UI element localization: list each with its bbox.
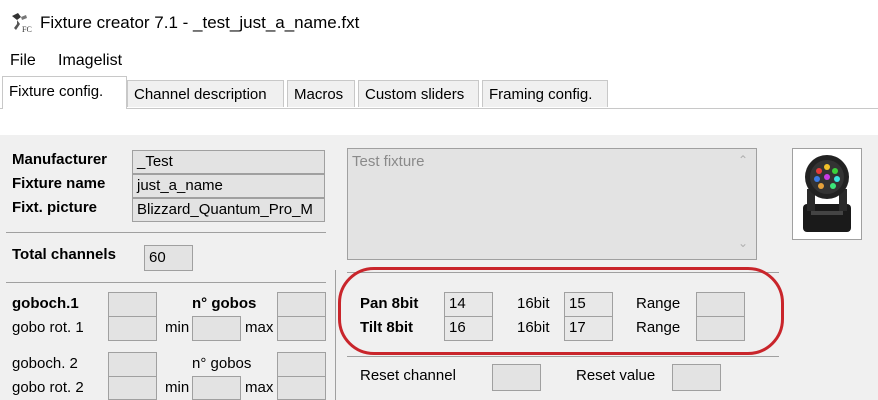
ngobos2-field[interactable] <box>277 352 326 377</box>
goboch2-field[interactable] <box>108 352 157 377</box>
tab-custom-sliders[interactable]: Custom sliders <box>358 80 479 107</box>
ngobos1-field[interactable] <box>277 292 326 317</box>
fixture-name-label: Fixture name <box>12 175 106 192</box>
gobo-rot1-field[interactable] <box>108 316 157 341</box>
min1-field[interactable] <box>192 316 241 341</box>
menu-imagelist[interactable]: Imagelist <box>58 52 122 70</box>
tab-framing-config[interactable]: Framing config. <box>482 80 608 107</box>
fixture-picture-label: Fixt. picture <box>12 199 98 216</box>
ngobos2-label: n° gobos <box>192 355 252 372</box>
manufacturer-label: Manufacturer <box>12 151 108 168</box>
max2-label: max <box>245 379 274 396</box>
vertical-divider <box>335 270 336 400</box>
ngobos1-label: n° gobos <box>192 295 257 312</box>
description-text: Test fixture <box>352 153 425 170</box>
tab-channel-description[interactable]: Channel description <box>127 80 284 107</box>
fixture-name-field[interactable]: just_a_name <box>132 174 325 198</box>
reset-channel-label: Reset channel <box>360 367 456 384</box>
tab-macros[interactable]: Macros <box>287 80 355 107</box>
fixture-picture <box>792 148 862 240</box>
gobo-rot2-label: gobo rot. 2 <box>12 379 84 396</box>
moving-head-app-icon: FC <box>8 10 32 34</box>
pan-tilt-highlight <box>338 267 784 355</box>
fixture-picture-field[interactable]: Blizzard_Quantum_Pro_M <box>132 198 325 222</box>
min2-label: min <box>165 379 190 396</box>
goboch1-field[interactable] <box>108 292 157 317</box>
reset-channel-field[interactable] <box>492 364 541 391</box>
gobo-rot1-label: gobo rot. 1 <box>12 319 84 336</box>
reset-value-field[interactable] <box>672 364 721 391</box>
tab-panel-header <box>0 108 878 136</box>
goboch1-label: goboch.1 <box>12 295 79 312</box>
manufacturer-field[interactable]: _Test <box>132 150 325 174</box>
min1-label: min <box>165 319 190 336</box>
total-channels-field[interactable]: 60 <box>144 245 193 271</box>
reset-value-label: Reset value <box>576 367 656 384</box>
scroll-up-icon[interactable]: ⌃ <box>738 153 748 167</box>
divider <box>6 232 326 233</box>
goboch2-label: goboch. 2 <box>12 355 78 372</box>
svg-text:FC: FC <box>22 25 32 34</box>
divider <box>347 356 779 357</box>
divider <box>6 282 326 283</box>
total-channels-label: Total channels <box>12 246 116 263</box>
tab-fixture-config[interactable]: Fixture config. <box>2 76 127 109</box>
window-title: Fixture creator 7.1 - _test_just_a_name.… <box>40 13 360 32</box>
max2-field[interactable] <box>277 376 326 400</box>
min2-field[interactable] <box>192 376 241 400</box>
menu-file[interactable]: File <box>10 52 36 70</box>
scroll-down-icon[interactable]: ⌄ <box>738 236 748 250</box>
gobo-rot2-field[interactable] <box>108 376 157 400</box>
max1-label: max <box>245 319 274 336</box>
moving-head-icon <box>803 155 851 232</box>
max1-field[interactable] <box>277 316 326 341</box>
